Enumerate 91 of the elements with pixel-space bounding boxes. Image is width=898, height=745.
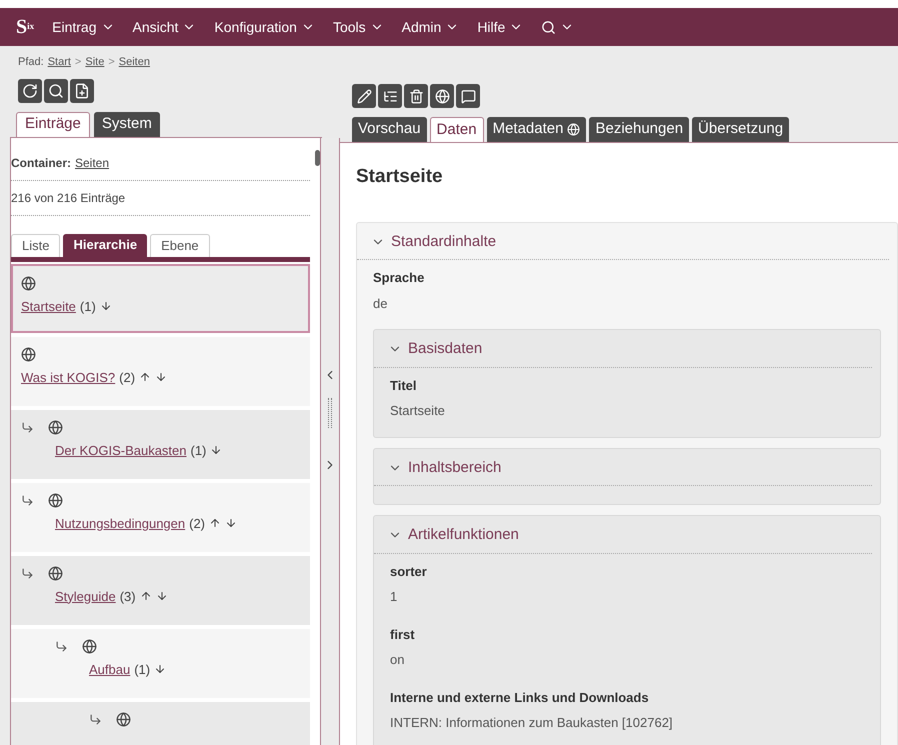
tab[interactable]: Einträge [16, 112, 90, 136]
tree-link[interactable]: Aufbau [89, 660, 130, 679]
splitter-grip-icon[interactable] [328, 398, 332, 428]
refresh-icon[interactable] [18, 78, 42, 102]
page-title: Startseite [356, 165, 444, 189]
globe-icon[interactable] [430, 84, 454, 108]
child-count: (1) [190, 442, 206, 460]
breadcrumb-separator: > [108, 55, 115, 70]
move-down-icon[interactable] [100, 300, 112, 312]
globe-icon [48, 420, 63, 434]
child-count: (2) [189, 514, 205, 533]
child-arrow-icon [21, 420, 34, 434]
field-label: Titel [390, 376, 418, 394]
move-down-icon[interactable] [155, 371, 168, 384]
tree-item[interactable]: Startseite (1) [11, 264, 310, 332]
field-label: Sprache [373, 269, 426, 287]
container-label: Container: [11, 154, 71, 172]
breadcrumb-link[interactable]: Seiten [118, 54, 150, 70]
field-label: first [390, 626, 416, 644]
tree-item[interactable]: Aufbau (1) [11, 628, 310, 698]
child-arrow-icon [21, 494, 34, 506]
tree-item[interactable]: Was ist KOGIS? (2) [11, 336, 310, 406]
comment-icon[interactable] [456, 84, 480, 108]
globe-icon [21, 276, 36, 290]
field-value: INTERN: Informationen zum Baukasten [102762] [390, 714, 674, 732]
tab[interactable]: Übersetzung [692, 117, 790, 142]
globe-icon [82, 638, 97, 654]
section-title[interactable]: Artikelfunktionen [408, 524, 519, 546]
globe-icon [567, 123, 580, 136]
child-count: (1) [134, 660, 150, 679]
move-down-icon[interactable] [154, 663, 166, 676]
tree-link[interactable]: Was ist KOGIS? [21, 368, 116, 387]
section-title[interactable]: Basisdaten [408, 338, 482, 360]
tab[interactable]: Daten [430, 117, 484, 142]
field-value: on [390, 651, 406, 669]
search-icon[interactable] [44, 78, 68, 102]
menu-item[interactable]: Konfiguration [214, 16, 315, 38]
section-title[interactable]: Standardinhalte [391, 230, 496, 253]
move-down-icon[interactable] [225, 517, 237, 530]
child-count: (2) [119, 368, 136, 387]
tab[interactable]: Liste [11, 234, 60, 256]
entry-count: 216 von 216 Einträge [11, 180, 310, 216]
breadcrumb-label: Pfad: [18, 55, 44, 70]
move-up-icon[interactable] [140, 590, 152, 602]
search-icon [541, 20, 556, 34]
menu-item[interactable]: Ansicht [132, 16, 196, 38]
section-title[interactable]: Inhaltsbereich [408, 456, 502, 479]
new-file-icon[interactable] [70, 78, 94, 102]
tab[interactable]: Vorschau [352, 117, 427, 142]
child-arrow-icon [89, 712, 102, 726]
breadcrumb-link[interactable]: Site [85, 54, 104, 70]
tree-icon[interactable] [378, 84, 402, 108]
child-count: (3) [120, 588, 136, 606]
menu-item[interactable]: Eintrag [52, 16, 114, 38]
tree-item[interactable]: Styleguide (3) [11, 556, 310, 624]
tab[interactable]: Ebene [150, 234, 210, 256]
globe-icon [48, 566, 63, 580]
globe-icon [48, 492, 63, 508]
field-value: de [373, 294, 388, 312]
child-count: (1) [80, 298, 96, 316]
container-link[interactable]: Seiten [75, 154, 110, 172]
menu-item[interactable]: Tools [332, 16, 384, 38]
field-label: sorter [390, 562, 428, 580]
child-arrow-icon [55, 640, 68, 652]
move-up-icon[interactable] [139, 371, 152, 384]
tab[interactable]: System [94, 112, 160, 136]
tree-link[interactable]: Nutzungsbedingungen [55, 514, 186, 533]
move-down-icon[interactable] [210, 444, 222, 456]
tree-item[interactable]: Nutzungsbedingungen (2) [11, 482, 310, 552]
child-arrow-icon [21, 566, 34, 580]
breadcrumb-separator: > [74, 55, 82, 70]
edit-icon[interactable] [352, 84, 376, 108]
tab[interactable]: Hierarchie [63, 234, 148, 256]
logo[interactable]: S$^{ix}$ [16, 17, 34, 37]
tree-link[interactable]: Styleguide [55, 586, 116, 606]
field-label: Interne und externe Links und Downloads [390, 688, 650, 706]
delete-icon[interactable] [404, 84, 428, 108]
move-up-icon[interactable] [209, 517, 221, 530]
tree-item[interactable]: Der KOGIS-Baukasten (1) [11, 410, 310, 478]
tab[interactable]: Metadaten [486, 117, 586, 142]
field-value: 1 [390, 588, 398, 606]
tree-link[interactable]: Der KOGIS-Baukasten [55, 440, 186, 460]
globe-icon [21, 346, 36, 362]
tree-link[interactable]: Startseite [21, 296, 76, 316]
tab[interactable]: Beziehungen [589, 117, 690, 142]
breadcrumb-link[interactable]: Start [48, 54, 71, 70]
globe-icon [116, 712, 131, 726]
move-down-icon[interactable] [156, 590, 168, 602]
field-value: Startseite [390, 402, 446, 420]
menu-item[interactable]: Hilfe [477, 16, 524, 38]
menu-item[interactable]: Admin [402, 16, 460, 38]
